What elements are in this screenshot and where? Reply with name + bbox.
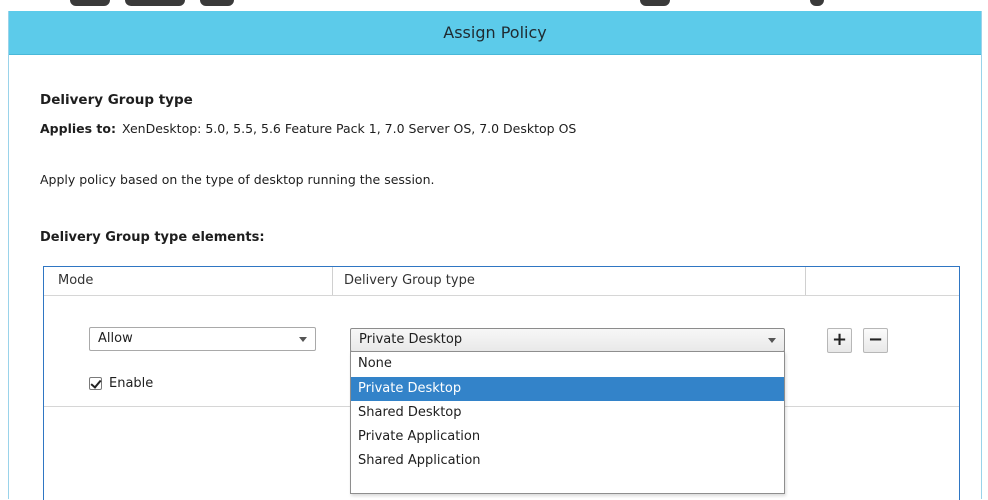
column-divider[interactable] [805, 267, 806, 295]
column-header-delivery-group-type[interactable]: Delivery Group type [344, 267, 475, 295]
background-text-fragment [70, 0, 110, 6]
dialog-title: Assign Policy [443, 23, 547, 42]
enable-checkbox[interactable] [89, 377, 102, 390]
setting-description: Apply policy based on the type of deskto… [40, 172, 435, 187]
chevron-down-icon [768, 338, 776, 343]
background-text-fragment [125, 0, 185, 6]
applies-to-label: Applies to: [40, 121, 116, 136]
dropdown-option-private-desktop[interactable]: Private Desktop [351, 377, 784, 401]
assign-policy-dialog: Assign Policy Delivery Group type Applie… [8, 11, 982, 500]
column-divider[interactable] [332, 267, 333, 295]
dialog-titlebar: Assign Policy [9, 11, 981, 55]
delivery-group-type-select-value: Private Desktop [359, 332, 463, 347]
dropdown-option-private-application[interactable]: Private Application [351, 425, 784, 449]
delivery-group-type-select[interactable]: Private Desktop [350, 328, 785, 352]
background-text-fragment [810, 0, 824, 6]
grid-header: Mode Delivery Group type [44, 267, 959, 296]
enable-checkbox-label[interactable]: Enable [109, 376, 153, 391]
setting-name-heading: Delivery Group type [40, 92, 193, 108]
elements-grid: Mode Delivery Group type Allow Enable Pr… [43, 266, 960, 500]
delivery-group-type-dropdown-list: None Private Desktop Shared Desktop Priv… [350, 351, 785, 494]
dropdown-option-shared-application[interactable]: Shared Application [351, 449, 784, 473]
remove-element-button[interactable]: − [863, 328, 888, 353]
mode-select-value: Allow [98, 331, 133, 346]
mode-select[interactable]: Allow [89, 327, 316, 351]
background-text-fragment [200, 0, 234, 6]
add-element-button[interactable]: + [827, 328, 852, 353]
chevron-down-icon [299, 337, 307, 342]
column-header-mode[interactable]: Mode [58, 267, 93, 295]
dropdown-option-none[interactable]: None [351, 352, 784, 376]
applies-to-value: XenDesktop: 5.0, 5.5, 5.6 Feature Pack 1… [121, 121, 577, 136]
elements-heading: Delivery Group type elements: [40, 230, 265, 245]
applies-to-line: Applies to: XenDesktop: 5.0, 5.5, 5.6 Fea… [40, 121, 576, 136]
dropdown-option-shared-desktop[interactable]: Shared Desktop [351, 401, 784, 425]
background-text-fragment [640, 0, 670, 6]
